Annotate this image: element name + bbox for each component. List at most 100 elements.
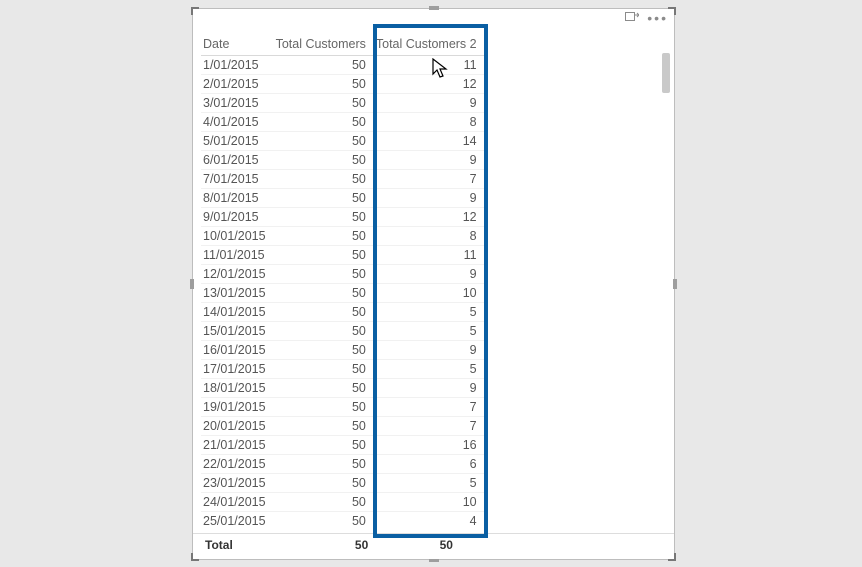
cell-total-customers-2: 11 [374, 246, 485, 265]
cell-total-customers: 50 [274, 417, 374, 436]
cell-date: 3/01/2015 [201, 94, 274, 113]
cell-total-customers: 50 [274, 360, 374, 379]
cell-date: 16/01/2015 [201, 341, 274, 360]
cell-date: 23/01/2015 [201, 474, 274, 493]
cell-date: 25/01/2015 [201, 512, 274, 530]
vertical-scrollbar[interactable] [660, 33, 672, 531]
table-row[interactable]: 8/01/2015509 [201, 189, 485, 208]
table-footer: Total 50 50 [193, 533, 674, 559]
cell-total-customers-2: 8 [374, 227, 485, 246]
cell-total-customers-2: 9 [374, 94, 485, 113]
cell-total-customers-2: 10 [374, 493, 485, 512]
table-row[interactable]: 7/01/2015507 [201, 170, 485, 189]
cell-date: 18/01/2015 [201, 379, 274, 398]
cell-total-customers: 50 [274, 379, 374, 398]
cell-total-customers-2: 7 [374, 170, 485, 189]
cell-date: 5/01/2015 [201, 132, 274, 151]
cell-total-customers: 50 [274, 455, 374, 474]
cell-total-customers-2: 10 [374, 284, 485, 303]
cell-date: 1/01/2015 [201, 56, 274, 75]
cell-total-customers-2: 7 [374, 398, 485, 417]
col-header-total-customers[interactable]: Total Customers [274, 35, 374, 56]
cell-total-customers: 50 [274, 227, 374, 246]
table-row[interactable]: 4/01/2015508 [201, 113, 485, 132]
table-row[interactable]: 17/01/2015505 [201, 360, 485, 379]
cell-date: 11/01/2015 [201, 246, 274, 265]
cell-date: 4/01/2015 [201, 113, 274, 132]
cell-date: 22/01/2015 [201, 455, 274, 474]
table-header-row: Date Total Customers Total Customers 2 [201, 35, 485, 56]
cell-total-customers-2: 5 [374, 322, 485, 341]
cell-total-customers-2: 9 [374, 379, 485, 398]
table-visual-frame[interactable]: ••• Date Total Customers Total Customers… [192, 8, 675, 560]
cell-total-customers: 50 [274, 170, 374, 189]
cell-total-customers: 50 [274, 132, 374, 151]
cell-date: 13/01/2015 [201, 284, 274, 303]
cell-total-customers-2: 16 [374, 436, 485, 455]
table-row[interactable]: 20/01/2015507 [201, 417, 485, 436]
cell-total-customers-2: 9 [374, 341, 485, 360]
cell-total-customers-2: 12 [374, 75, 485, 94]
table-row[interactable]: 10/01/2015508 [201, 227, 485, 246]
table-row[interactable]: 13/01/20155010 [201, 284, 485, 303]
visual-header: ••• [193, 9, 674, 27]
table-row[interactable]: 9/01/20155012 [201, 208, 485, 227]
col-header-total-customers-2[interactable]: Total Customers 2 [374, 35, 485, 56]
table-row[interactable]: 18/01/2015509 [201, 379, 485, 398]
cell-total-customers: 50 [274, 512, 374, 530]
cell-date: 19/01/2015 [201, 398, 274, 417]
cell-total-customers-2: 9 [374, 189, 485, 208]
table-row[interactable]: 21/01/20155016 [201, 436, 485, 455]
cell-date: 15/01/2015 [201, 322, 274, 341]
cell-date: 24/01/2015 [201, 493, 274, 512]
cell-total-customers-2: 5 [374, 360, 485, 379]
col-header-date[interactable]: Date [201, 35, 274, 56]
cell-total-customers-2: 12 [374, 208, 485, 227]
resize-handle[interactable] [668, 559, 676, 561]
focus-mode-icon[interactable] [625, 12, 639, 24]
cell-total-customers-2: 8 [374, 113, 485, 132]
table-scroll-area[interactable]: Date Total Customers Total Customers 2 1… [201, 35, 664, 529]
cell-total-customers-2: 5 [374, 474, 485, 493]
cell-total-customers: 50 [274, 284, 374, 303]
table-row[interactable]: 25/01/2015504 [201, 512, 485, 530]
cell-total-customers: 50 [274, 474, 374, 493]
resize-handle[interactable] [190, 279, 194, 289]
cell-total-customers-2: 9 [374, 265, 485, 284]
table-row[interactable]: 22/01/2015506 [201, 455, 485, 474]
data-table: Date Total Customers Total Customers 2 1… [201, 35, 485, 529]
cell-date: 20/01/2015 [201, 417, 274, 436]
cell-date: 7/01/2015 [201, 170, 274, 189]
cell-date: 14/01/2015 [201, 303, 274, 322]
cell-total-customers-2: 5 [374, 303, 485, 322]
table-row[interactable]: 1/01/20155011 [201, 56, 485, 75]
cell-total-customers: 50 [274, 189, 374, 208]
total-customers-value: 50 [294, 534, 376, 552]
cell-total-customers: 50 [274, 75, 374, 94]
table-row[interactable]: 19/01/2015507 [201, 398, 485, 417]
table-row[interactable]: 14/01/2015505 [201, 303, 485, 322]
table-row[interactable]: 15/01/2015505 [201, 322, 485, 341]
table-row[interactable]: 24/01/20155010 [201, 493, 485, 512]
cell-date: 2/01/2015 [201, 75, 274, 94]
cell-total-customers: 50 [274, 398, 374, 417]
scrollbar-thumb[interactable] [662, 53, 670, 93]
cell-date: 10/01/2015 [201, 227, 274, 246]
table-row[interactable]: 2/01/20155012 [201, 75, 485, 94]
table-row[interactable]: 23/01/2015505 [201, 474, 485, 493]
cell-date: 17/01/2015 [201, 360, 274, 379]
table-row[interactable]: 3/01/2015509 [201, 94, 485, 113]
cell-date: 9/01/2015 [201, 208, 274, 227]
table-row[interactable]: 16/01/2015509 [201, 341, 485, 360]
cell-total-customers: 50 [274, 303, 374, 322]
cell-total-customers: 50 [274, 151, 374, 170]
resize-handle[interactable] [673, 279, 677, 289]
resize-handle[interactable] [191, 559, 199, 561]
table-row[interactable]: 11/01/20155011 [201, 246, 485, 265]
table-row[interactable]: 5/01/20155014 [201, 132, 485, 151]
cell-total-customers-2: 6 [374, 455, 485, 474]
table-row[interactable]: 12/01/2015509 [201, 265, 485, 284]
more-options-icon[interactable]: ••• [647, 13, 668, 23]
table-row[interactable]: 6/01/2015509 [201, 151, 485, 170]
cell-total-customers-2: 9 [374, 151, 485, 170]
